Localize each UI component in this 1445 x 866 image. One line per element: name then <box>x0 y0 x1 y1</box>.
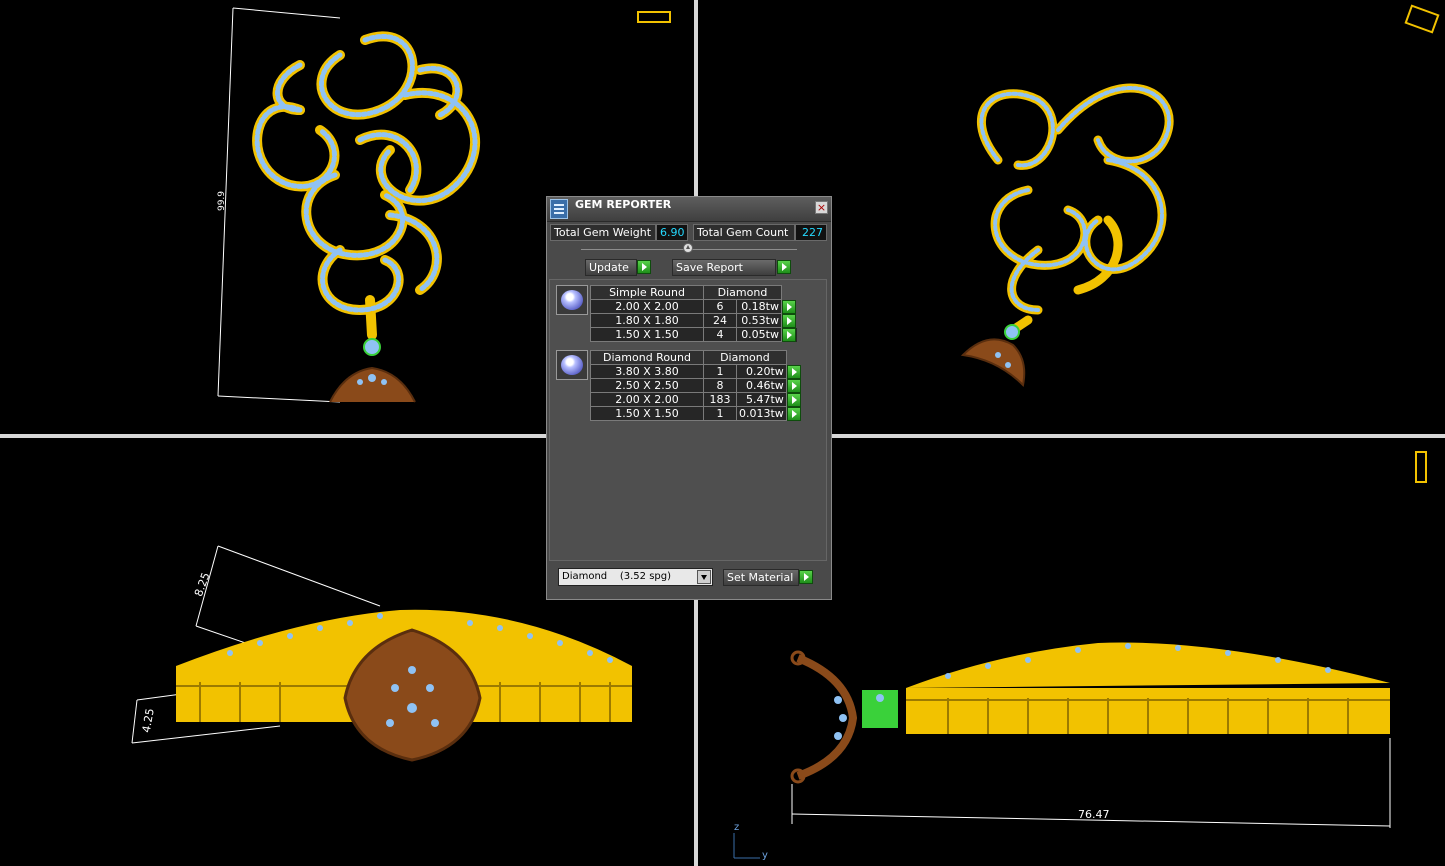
save-report-go-icon[interactable] <box>777 260 791 274</box>
gem-shape-label: Diamond Round <box>590 350 704 365</box>
gem-group-table-simple-round: Simple Round Diamond 2.00 X 2.00 6 0.18t… <box>590 285 797 342</box>
row-go-icon[interactable] <box>786 364 801 379</box>
save-report-button-label: Save Report <box>676 261 743 274</box>
row-go-icon[interactable] <box>782 299 796 314</box>
table-row[interactable]: 1.50 X 1.50 1 0.013tw <box>590 406 802 421</box>
gem-material-label: Diamond <box>703 285 782 300</box>
diamond-round-gem-icon <box>556 350 588 380</box>
set-material-button[interactable]: Set Material <box>723 569 799 586</box>
set-material-go-icon[interactable] <box>799 570 813 584</box>
total-weight-value: 6.90 <box>656 224 688 241</box>
gem-list: Simple Round Diamond 2.00 X 2.00 6 0.18t… <box>549 279 827 561</box>
gem-material-label: Diamond <box>703 350 787 365</box>
gem-size-cell: 2.00 X 2.00 <box>590 392 704 407</box>
gem-size-cell: 1.50 X 1.50 <box>590 406 704 421</box>
gem-weight-cell: 0.013tw <box>736 406 787 421</box>
total-count-value: 227 <box>795 224 827 241</box>
gem-group-table-diamond-round: Diamond Round Diamond 3.80 X 3.80 1 0.20… <box>590 350 802 421</box>
gem-size-cell: 1.80 X 1.80 <box>590 313 704 328</box>
length-dimension-label: 76.47 <box>1078 808 1110 821</box>
gem-size-cell: 2.00 X 2.00 <box>590 299 704 314</box>
material-select[interactable]: Diamond (3.52 spg) <box>558 568 713 586</box>
close-button[interactable]: × <box>815 201 828 214</box>
table-row[interactable]: 1.80 X 1.80 24 0.53tw <box>590 313 797 328</box>
gem-weight-cell: 5.47tw <box>736 392 787 407</box>
gem-count-cell: 24 <box>703 313 737 328</box>
gem-reporter-panel: GEM REPORTER × Total Gem Weight 6.90 Tot… <box>546 196 832 600</box>
gem-count-cell: 1 <box>703 406 737 421</box>
update-go-icon[interactable] <box>637 260 651 274</box>
gem-weight-cell: 0.53tw <box>736 313 782 328</box>
chevron-down-icon[interactable] <box>697 570 711 584</box>
gem-size-cell: 3.80 X 3.80 <box>590 364 704 379</box>
update-button-label: Update <box>589 261 629 274</box>
table-row[interactable]: 2.00 X 2.00 183 5.47tw <box>590 392 802 407</box>
gem-weight-cell: 0.46tw <box>736 378 787 393</box>
gem-group-header: Simple Round Diamond <box>590 285 797 300</box>
axis-z-label: z <box>734 822 740 833</box>
row-go-icon[interactable] <box>786 378 801 393</box>
gem-weight-cell: 0.05tw <box>736 327 782 342</box>
total-weight-label: Total Gem Weight <box>550 224 656 241</box>
row-go-icon[interactable] <box>786 406 801 421</box>
material-select-value: Diamond (3.52 spg) <box>562 571 672 582</box>
row-go-icon[interactable] <box>786 392 801 407</box>
gem-count-cell: 8 <box>703 378 737 393</box>
height-dimension-label: 99.9 <box>217 190 228 212</box>
gem-shape-label: Simple Round <box>590 285 704 300</box>
gem-count-cell: 6 <box>703 299 737 314</box>
collapse-toggle[interactable] <box>683 243 693 253</box>
table-row[interactable]: 2.00 X 2.00 6 0.18tw <box>590 299 797 314</box>
set-material-button-label: Set Material <box>727 571 794 584</box>
save-report-button[interactable]: Save Report <box>672 259 776 276</box>
panel-title: GEM REPORTER <box>575 198 672 211</box>
table-row[interactable]: 3.80 X 3.80 1 0.20tw <box>590 364 802 379</box>
axis-y-label: y <box>762 850 768 861</box>
table-row[interactable]: 1.50 X 1.50 4 0.05tw <box>590 327 797 342</box>
gem-group-header: Diamond Round Diamond <box>590 350 802 365</box>
gem-weight-cell: 0.20tw <box>736 364 787 379</box>
gem-count-cell: 4 <box>703 327 737 342</box>
update-button[interactable]: Update <box>585 259 637 276</box>
gem-count-cell: 1 <box>703 364 737 379</box>
gem-size-cell: 2.50 X 2.50 <box>590 378 704 393</box>
panel-titlebar[interactable]: GEM REPORTER × <box>547 197 831 222</box>
table-row[interactable]: 2.50 X 2.50 8 0.46tw <box>590 378 802 393</box>
row-go-icon[interactable] <box>782 327 796 342</box>
simple-round-gem-icon <box>556 285 588 315</box>
gem-size-cell: 1.50 X 1.50 <box>590 327 704 342</box>
total-count-label: Total Gem Count <box>693 224 795 241</box>
gem-weight-cell: 0.18tw <box>736 299 782 314</box>
row-go-icon[interactable] <box>782 313 796 328</box>
gem-count-cell: 183 <box>703 392 737 407</box>
gem-reporter-app-icon <box>550 199 568 219</box>
